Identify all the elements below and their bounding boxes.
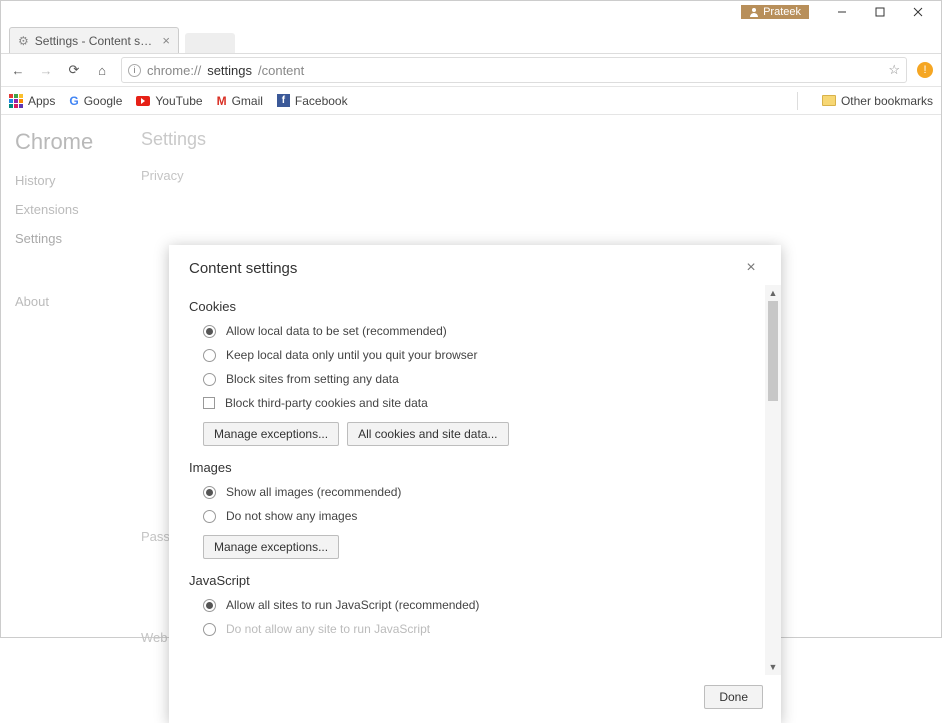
cookies-all-data-button[interactable]: All cookies and site data... [347, 422, 508, 446]
option-label: Block third-party cookies and site data [225, 396, 428, 410]
radio-icon [203, 349, 216, 362]
browser-tab[interactable]: ⚙ Settings - Content settings × [9, 27, 179, 53]
new-tab-button[interactable] [185, 33, 235, 53]
sidebar-item-extensions: Extensions [15, 202, 93, 217]
radio-icon [203, 599, 216, 612]
window-titlebar: Prateek [1, 1, 941, 23]
dialog-footer: Done [169, 675, 781, 723]
dialog-body: Cookies Allow local data to be set (reco… [169, 285, 781, 675]
sidebar-item-settings: Settings [15, 231, 93, 246]
radio-icon [203, 486, 216, 499]
option-label: Allow local data to be set (recommended) [226, 324, 447, 338]
dialog-title: Content settings [189, 260, 297, 277]
apps-label: Apps [28, 94, 55, 108]
settings-sidebar: Chrome History Extensions Settings About [15, 129, 93, 323]
sidebar-item-about: About [15, 294, 93, 309]
radio-icon [203, 325, 216, 338]
settings-page-background: Chrome History Extensions Settings About… [1, 115, 941, 637]
apps-shortcut[interactable]: Apps [9, 94, 55, 108]
cookies-option-allow[interactable]: Allow local data to be set (recommended) [203, 324, 765, 338]
images-option-hide[interactable]: Do not show any images [203, 509, 765, 523]
brand-title: Chrome [15, 129, 93, 155]
done-button[interactable]: Done [704, 685, 763, 709]
bookmark-label: Facebook [295, 94, 348, 108]
google-g-icon: G [69, 94, 78, 108]
address-bar[interactable]: i chrome:// settings/content ☆ [121, 57, 907, 83]
radio-icon [203, 373, 216, 386]
cookies-manage-exceptions-button[interactable]: Manage exceptions... [203, 422, 339, 446]
content-settings-dialog: Content settings × Cookies Allow local d… [169, 245, 781, 723]
js-option-block[interactable]: Do not allow any site to run JavaScript [203, 622, 765, 636]
home-button[interactable]: ⌂ [93, 63, 111, 78]
scrollbar-thumb[interactable] [768, 301, 778, 401]
window-maximize-button[interactable] [861, 2, 899, 22]
section-title-images: Images [189, 460, 765, 475]
bookmarks-separator [797, 92, 798, 110]
option-label: Do not allow any site to run JavaScript [226, 622, 430, 636]
dialog-scrollbar[interactable]: ▲ ▼ [765, 285, 781, 675]
radio-icon [203, 510, 216, 523]
user-badge-label: Prateek [763, 6, 801, 18]
tab-title: Settings - Content settings [35, 34, 155, 48]
alert-icon[interactable]: ! [917, 62, 933, 78]
images-option-show[interactable]: Show all images (recommended) [203, 485, 765, 499]
gear-icon: ⚙ [18, 34, 29, 48]
bookmark-label: YouTube [155, 94, 202, 108]
youtube-icon [136, 96, 150, 106]
section-title-javascript: JavaScript [189, 573, 765, 588]
dialog-close-button[interactable]: × [741, 259, 761, 277]
bookmark-youtube[interactable]: YouTube [136, 94, 202, 108]
scroll-down-arrow-icon[interactable]: ▼ [765, 659, 781, 675]
tab-strip: ⚙ Settings - Content settings × [1, 23, 941, 53]
option-label: Allow all sites to run JavaScript (recom… [226, 598, 479, 612]
js-option-allow[interactable]: Allow all sites to run JavaScript (recom… [203, 598, 765, 612]
option-label: Block sites from setting any data [226, 372, 399, 386]
section-title-cookies: Cookies [189, 299, 765, 314]
bookmark-gmail[interactable]: M Gmail [217, 94, 263, 108]
info-icon: i [128, 64, 141, 77]
reload-button[interactable]: ⟳ [65, 62, 83, 78]
sidebar-item-history: History [15, 173, 93, 188]
back-button[interactable]: ← [9, 63, 27, 78]
section-privacy: Privacy [141, 168, 214, 183]
apps-grid-icon [9, 94, 23, 108]
scroll-up-arrow-icon[interactable]: ▲ [765, 285, 781, 301]
url-scheme: chrome:// [147, 63, 201, 78]
option-label: Do not show any images [226, 509, 357, 523]
gmail-icon: M [217, 94, 227, 108]
bookmark-label: Google [84, 94, 123, 108]
forward-button[interactable]: → [37, 63, 55, 78]
option-label: Show all images (recommended) [226, 485, 401, 499]
dialog-scroll-area: Cookies Allow local data to be set (reco… [189, 285, 765, 675]
bookmark-facebook[interactable]: f Facebook [277, 94, 348, 108]
tab-close-icon[interactable]: × [162, 33, 170, 48]
other-bookmarks-label: Other bookmarks [841, 94, 933, 108]
cookies-option-block[interactable]: Block sites from setting any data [203, 372, 765, 386]
browser-toolbar: ← → ⟳ ⌂ i chrome:// settings/content ☆ ! [1, 53, 941, 87]
folder-icon [822, 95, 836, 106]
person-icon [749, 7, 759, 17]
radio-icon [203, 623, 216, 636]
dialog-header: Content settings × [169, 245, 781, 285]
url-path: /content [258, 63, 304, 78]
window-minimize-button[interactable] [823, 2, 861, 22]
user-badge[interactable]: Prateek [741, 5, 809, 19]
option-label: Keep local data only until you quit your… [226, 348, 477, 362]
cookies-block-third-party[interactable]: Block third-party cookies and site data [203, 396, 765, 410]
page-title: Settings [141, 129, 214, 150]
other-bookmarks[interactable]: Other bookmarks [812, 94, 933, 108]
bookmark-label: Gmail [232, 94, 263, 108]
window-close-button[interactable] [899, 2, 937, 22]
facebook-icon: f [277, 94, 290, 107]
url-host: settings [207, 63, 252, 78]
bookmark-google[interactable]: G Google [69, 94, 122, 108]
cookies-option-session[interactable]: Keep local data only until you quit your… [203, 348, 765, 362]
bookmark-star-icon[interactable]: ☆ [888, 62, 900, 78]
checkbox-icon [203, 397, 215, 409]
bookmarks-bar: Apps G Google YouTube M Gmail f Facebook… [1, 87, 941, 115]
images-manage-exceptions-button[interactable]: Manage exceptions... [203, 535, 339, 559]
